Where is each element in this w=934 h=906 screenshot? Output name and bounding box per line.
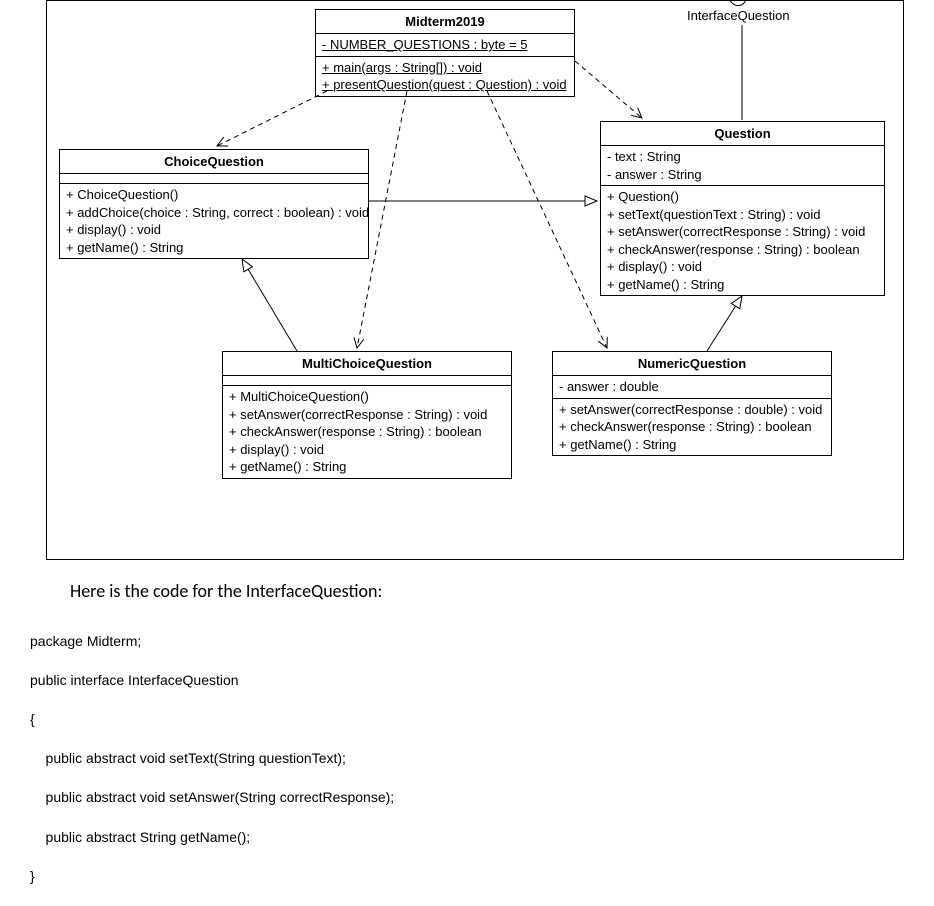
class-midterm2019: Midterm2019 - NUMBER_QUESTIONS : byte = …	[315, 9, 575, 97]
interface-label: InterfaceQuestion	[687, 8, 790, 23]
interface-icon	[729, 0, 747, 6]
class-title: ChoiceQuestion	[60, 150, 368, 174]
class-attributes: - NUMBER_QUESTIONS : byte = 5	[316, 34, 574, 57]
class-numericquestion: NumericQuestion - answer : double + setA…	[552, 351, 832, 456]
class-title: Question	[601, 122, 884, 146]
class-operations: + ChoiceQuestion() + addChoice(choice : …	[60, 184, 368, 258]
class-operations: + MultiChoiceQuestion() + setAnswer(corr…	[223, 386, 511, 478]
class-operations: + main(args : String[]) : void + present…	[316, 57, 574, 96]
class-attributes: - answer : double	[553, 376, 831, 399]
class-title: Midterm2019	[316, 10, 574, 34]
class-attributes: - text : String - answer : String	[601, 146, 884, 186]
class-attributes	[60, 174, 368, 184]
class-title: NumericQuestion	[553, 352, 831, 376]
class-title: MultiChoiceQuestion	[223, 352, 511, 376]
class-question: Question - text : String - answer : Stri…	[600, 121, 885, 296]
class-attributes	[223, 376, 511, 386]
uml-diagram: InterfaceQuestion Midterm2019 - NUMBER_Q…	[46, 0, 904, 560]
class-operations: + setAnswer(correctResponse : double) : …	[553, 399, 831, 456]
class-multichoicequestion: MultiChoiceQuestion + MultiChoiceQuestio…	[222, 351, 512, 479]
code-block: package Midterm; public interface Interf…	[30, 612, 934, 906]
class-operations: + Question() + setText(questionText : St…	[601, 186, 884, 295]
interface-question: InterfaceQuestion	[687, 0, 790, 23]
class-choicequestion: ChoiceQuestion + ChoiceQuestion() + addC…	[59, 149, 369, 259]
caption: Here is the code for the InterfaceQuesti…	[70, 580, 934, 602]
